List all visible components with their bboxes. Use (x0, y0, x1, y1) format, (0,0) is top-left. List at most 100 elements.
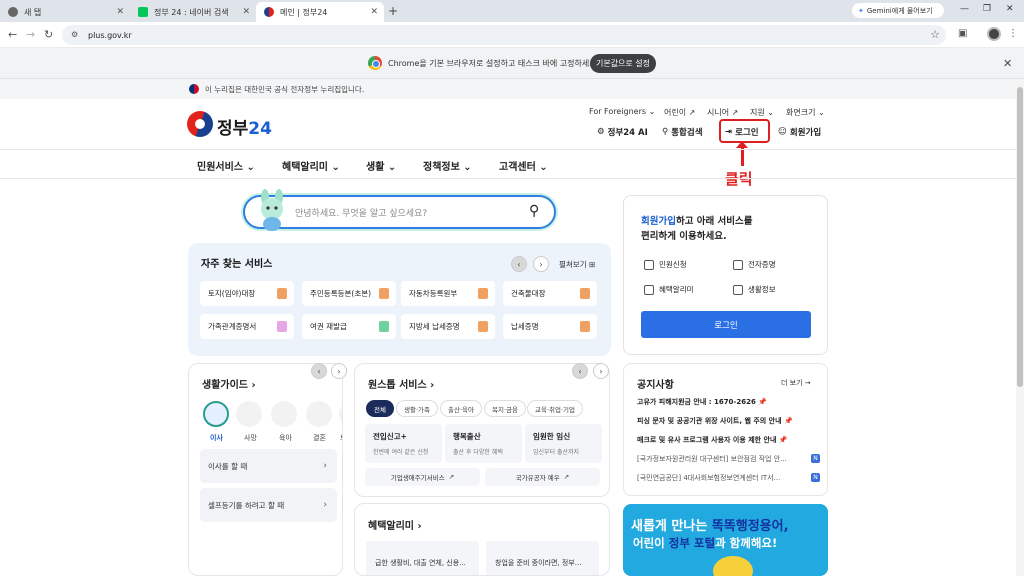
address-bar[interactable]: ⚙ plus.gov.kr ☆ (62, 25, 946, 45)
benefit-card[interactable]: 급한 생활비, 대출 연체, 신용... (366, 541, 479, 575)
gnb-policy[interactable]: 정책정보 ⌄ (423, 158, 472, 173)
more-guide-icon[interactable] (339, 401, 342, 427)
service-label: 납세증명 (511, 322, 539, 331)
onestop-card-move-in[interactable]: 전입신고+ 한번에 여러 같은 신청 (365, 424, 442, 463)
benefit-card[interactable]: 창업을 준비 중이라면, 정부... (486, 541, 599, 575)
search-icon[interactable]: ⚲ (529, 203, 539, 219)
guide-prev-icon[interactable]: ‹ (311, 363, 327, 379)
window-close-icon[interactable]: ✕ (1006, 4, 1014, 14)
link-label: 국가유공자 예우 (515, 474, 560, 482)
guide-next-icon[interactable]: › (331, 363, 347, 379)
support-menu[interactable]: 지원 ⌄ (750, 107, 774, 118)
gov24-logo-text[interactable]: 정부24 (217, 114, 272, 139)
new-tab-plus-icon[interactable]: + (388, 4, 398, 18)
onestop-card-happy-birth[interactable]: 행복출산 출산 후 다양한 혜택 (445, 424, 522, 463)
notice-text: 피싱 문자 및 공공기관 위장 사이트, 웹 주의 안내 (637, 417, 782, 425)
guide-row-self-registry[interactable]: 셀프등기를 하려고 할 때 › (200, 488, 337, 522)
gov24-logo-icon[interactable] (187, 111, 213, 137)
notice-item[interactable]: 매크로 및 유사 프로그램 사용자 이용 제한 안내 📌 (637, 435, 820, 445)
notice-item[interactable]: 피싱 문자 및 공공기관 위장 사이트, 웹 주의 안내 📌 (637, 416, 820, 426)
service-land-register[interactable]: 토지(임야)대장 (200, 281, 294, 306)
kids-link[interactable]: 어린이 ↗ (664, 107, 695, 118)
bookmark-star-icon[interactable]: ☆ (930, 28, 940, 41)
onestop-next-icon[interactable]: › (593, 363, 609, 379)
signup-link[interactable]: 회원가입 (641, 216, 676, 227)
tab-close-icon[interactable]: ✕ (242, 7, 250, 17)
gnb-life[interactable]: 생활 ⌄ (366, 158, 396, 173)
death-icon[interactable] (236, 401, 262, 427)
prev-arrow-icon[interactable]: ‹ (511, 256, 527, 272)
restore-icon[interactable]: ❐ (983, 4, 991, 14)
notice-item[interactable]: [국가정보자원관리원 대구센터] 보안점검 작업 안... N (637, 454, 820, 464)
notice-more-link[interactable]: 더 보기 → (781, 378, 811, 388)
notice-item[interactable]: [국민연금공단] 4대사회보험정보연계센터 IT서... N (637, 473, 820, 483)
user-plus-icon: ☺ (778, 127, 787, 137)
reload-icon[interactable]: ↻ (44, 28, 53, 41)
gnb-customer-center[interactable]: 고객센터 ⌄ (499, 158, 548, 173)
service-vehicle-register[interactable]: 자동차등록원부 (401, 281, 495, 306)
kids-portal-banner[interactable]: 새롭게 만나는 똑똑행정용어, 어린이 정부 포털과 함께해요! (623, 504, 828, 576)
service-local-tax-cert[interactable]: 지방세 납세증명 (401, 314, 495, 339)
childcare-icon[interactable] (271, 401, 297, 427)
gemini-button[interactable]: ✦ Gemini에게 물어보기 (852, 3, 944, 18)
senior-link[interactable]: 시니어 ↗ (707, 107, 738, 118)
for-foreigners-link[interactable]: For Foreigners ⌄ (589, 107, 655, 116)
chip-birth-childcare[interactable]: 출산·육아 (440, 400, 482, 417)
infobar-close-icon[interactable]: ✕ (1003, 57, 1012, 70)
tab-close-icon[interactable]: ✕ (370, 7, 378, 17)
promo-line1: 하고 아래 서비스를 (675, 216, 753, 227)
guide-row-moving[interactable]: 이사를 할 때 › (200, 449, 337, 483)
onestop-card-pregnancy[interactable]: 임원한 임신 임신부터 출산까지 (525, 424, 602, 463)
unified-search-button[interactable]: ⚲ 통합검색 (662, 126, 703, 138)
site-info-icon[interactable]: ⚙ (71, 30, 78, 39)
service-family-cert[interactable]: 가족관계증명서 (200, 314, 294, 339)
menu-kebab-icon[interactable]: ⋮ (1008, 28, 1018, 39)
main-search-input[interactable]: 안녕하세요. 무엇을 알고 싶으세요? ⚲ (243, 195, 556, 229)
card-title: 전입신고+ (373, 432, 407, 441)
gov24-ai-button[interactable]: ⚙ 정부24 AI (597, 126, 648, 138)
back-icon[interactable]: ← (8, 28, 17, 41)
banner-highlight: 똑똑행정용어, (711, 519, 789, 534)
ai-robot-icon: ⚙ (597, 127, 605, 137)
onestop-title[interactable]: 원스톱 서비스 › (368, 376, 434, 391)
guide-row-label: 이사를 할 때 (208, 461, 248, 471)
tab-new-tab[interactable]: 새 탭 ✕ (0, 2, 130, 22)
veterans-link[interactable]: 국가유공자 예우 ↗ (485, 468, 600, 486)
onestop-prev-icon[interactable]: ‹ (572, 363, 588, 379)
chip-welfare-finance[interactable]: 복지·금융 (484, 400, 526, 417)
login-main-button[interactable]: 로그인 (641, 311, 811, 338)
gnb-benefit-alarm[interactable]: 혜택알리미 ⌄ (282, 158, 340, 173)
next-arrow-icon[interactable]: › (533, 256, 549, 272)
marriage-icon[interactable] (306, 401, 332, 427)
onestop-label: 원스톱 서비스 (368, 380, 427, 391)
screen-size-menu[interactable]: 화면크기 ⌄ (786, 107, 825, 118)
forward-icon[interactable]: → (26, 28, 35, 41)
tab-naver-search[interactable]: 정부 24 : 네이버 검색 ✕ (130, 2, 256, 22)
lb-item-label: 전자증명 (748, 260, 776, 269)
service-passport-reissue[interactable]: 여권 재발급 (302, 314, 396, 339)
gnb-civil-service[interactable]: 민원서비스 ⌄ (197, 158, 255, 173)
notice-item[interactable]: 고유가 피해지원금 안내 : 1670-2626 📌 (637, 397, 820, 407)
service-resident-register[interactable]: 주민등록등본(초본) (302, 281, 396, 306)
minimize-icon[interactable]: — (960, 4, 969, 14)
profile-avatar[interactable] (987, 27, 1001, 41)
chip-edu-job[interactable]: 교육·취업·기업 (527, 400, 584, 417)
tab-gov24-main[interactable]: 메인 | 정부24 ✕ (256, 2, 384, 22)
scrollbar-thumb[interactable] (1017, 87, 1023, 387)
moving-icon[interactable] (203, 401, 229, 427)
document-icon (379, 288, 389, 299)
service-tax-cert[interactable]: 납세증명 (503, 314, 597, 339)
expand-all-link[interactable]: 펼쳐보기 ⊞ (559, 259, 595, 270)
gov-official-text[interactable]: 이 누리집은 대한민국 공식 전자정부 누리집입니다. (205, 84, 364, 95)
life-guide-title[interactable]: 생활가이드 › (202, 376, 256, 391)
signup-button[interactable]: ☺ 회원가입 (778, 126, 821, 138)
sidepanel-icon[interactable]: ▣ (958, 28, 967, 39)
company-lifecycle-link[interactable]: 기업생애주기서비스 ↗ (365, 468, 480, 486)
service-building-register[interactable]: 건축물대장 (503, 281, 597, 306)
page-scrollbar[interactable] (1016, 79, 1024, 576)
tab-close-icon[interactable]: ✕ (116, 7, 124, 17)
benefit-title[interactable]: 혜택알리미 › (368, 517, 422, 532)
chip-all[interactable]: 전체 (366, 400, 394, 417)
set-default-button[interactable]: 기본값으로 설정 (590, 54, 656, 73)
chip-life-family[interactable]: 생활·가족 (396, 400, 438, 417)
